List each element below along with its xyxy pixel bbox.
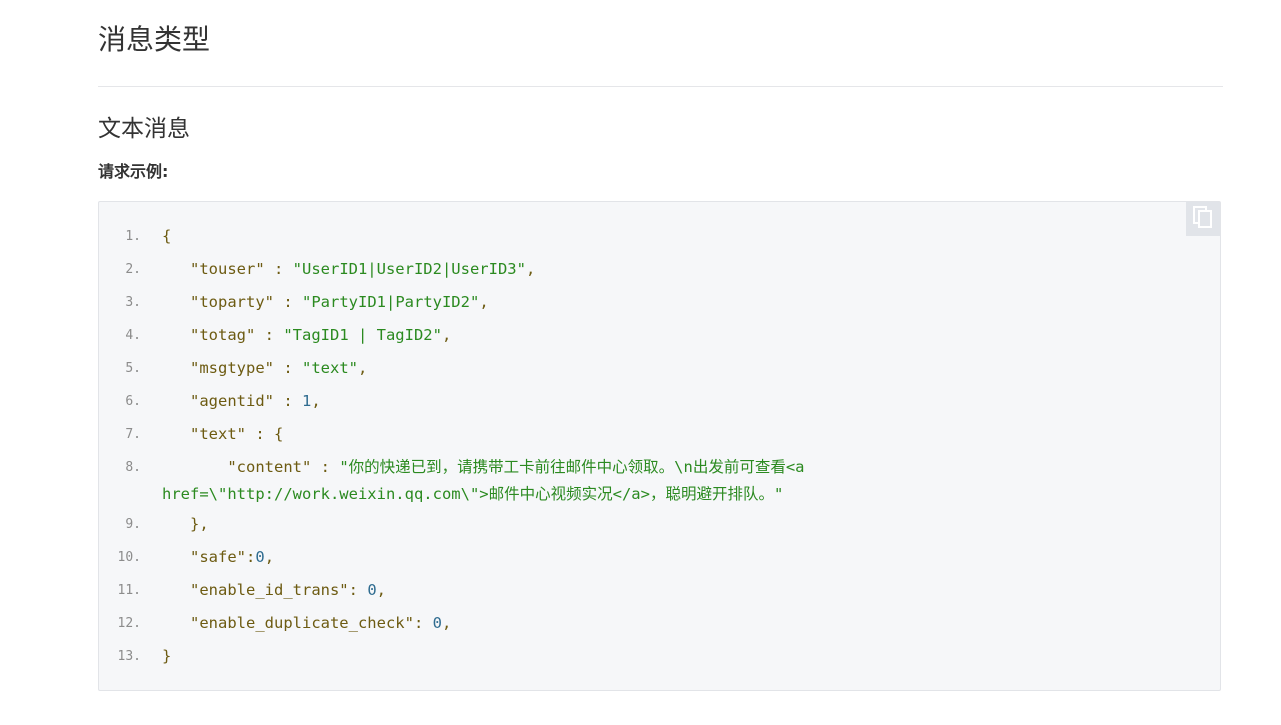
line-number: 3. <box>125 295 141 310</box>
code-content: "agentid" : 1, <box>190 392 321 410</box>
code-line: 1. { <box>99 220 1220 253</box>
code-content: "text" : { <box>190 425 284 443</box>
line-number: 13. <box>117 649 141 664</box>
code-line: 5. "msgtype" : "text", <box>99 352 1220 385</box>
code-line: 12. "enable_duplicate_check": 0, <box>99 607 1220 640</box>
code-line: 8. "content" : "你的快递已到，请携带工卡前往邮件中心领取。\n出… <box>99 451 1220 508</box>
code-line: 4. "totag" : "TagID1 | TagID2", <box>99 319 1220 352</box>
line-number: 7. <box>125 427 141 442</box>
code-content: "safe":0, <box>190 548 275 566</box>
line-number: 4. <box>125 328 141 343</box>
code-lines: 1. { 2. "touser" : "UserID1|UserID2|User… <box>99 220 1220 673</box>
code-line: 9. }, <box>99 508 1220 541</box>
code-content: "content" : "你的快递已到，请携带工卡前往邮件中心领取。\n出发前可… <box>162 458 814 503</box>
code-line: 13. } <box>99 640 1220 673</box>
line-number: 11. <box>117 583 141 598</box>
code-content: } <box>162 647 172 665</box>
code-content: "enable_duplicate_check": 0, <box>190 614 452 632</box>
code-line: 3. "toparty" : "PartyID1|PartyID2", <box>99 286 1220 319</box>
code-line: 11. "enable_id_trans": 0, <box>99 574 1220 607</box>
line-number: 9. <box>125 517 141 532</box>
page: 消息类型 文本消息 请求示例: 1. { 2. "touser" : "User… <box>0 0 1281 725</box>
code-line: 6. "agentid" : 1, <box>99 385 1220 418</box>
line-number: 12. <box>117 616 141 631</box>
line-number: 10. <box>117 550 141 565</box>
line-number: 8. <box>125 460 141 475</box>
code-line: 7. "text" : { <box>99 418 1220 451</box>
code-content: "totag" : "TagID1 | TagID2", <box>190 326 452 344</box>
code-block: 1. { 2. "touser" : "UserID1|UserID2|User… <box>98 201 1221 691</box>
line-number: 5. <box>125 361 141 376</box>
code-content: "msgtype" : "text", <box>190 359 368 377</box>
code-content: "enable_id_trans": 0, <box>190 581 386 599</box>
code-content: { <box>162 227 172 245</box>
request-example-label: 请求示例: <box>98 162 169 181</box>
code-content: "touser" : "UserID1|UserID2|UserID3", <box>190 260 536 278</box>
divider <box>98 86 1223 87</box>
code-content: }, <box>190 515 209 533</box>
page-title: 消息类型 <box>98 23 211 56</box>
code-content: "toparty" : "PartyID1|PartyID2", <box>190 293 489 311</box>
line-number: 2. <box>125 262 141 277</box>
code-line: 2. "touser" : "UserID1|UserID2|UserID3", <box>99 253 1220 286</box>
code-line: 10. "safe":0, <box>99 541 1220 574</box>
line-number: 6. <box>125 394 141 409</box>
section-subtitle: 文本消息 <box>98 116 190 142</box>
line-number: 1. <box>125 229 141 244</box>
